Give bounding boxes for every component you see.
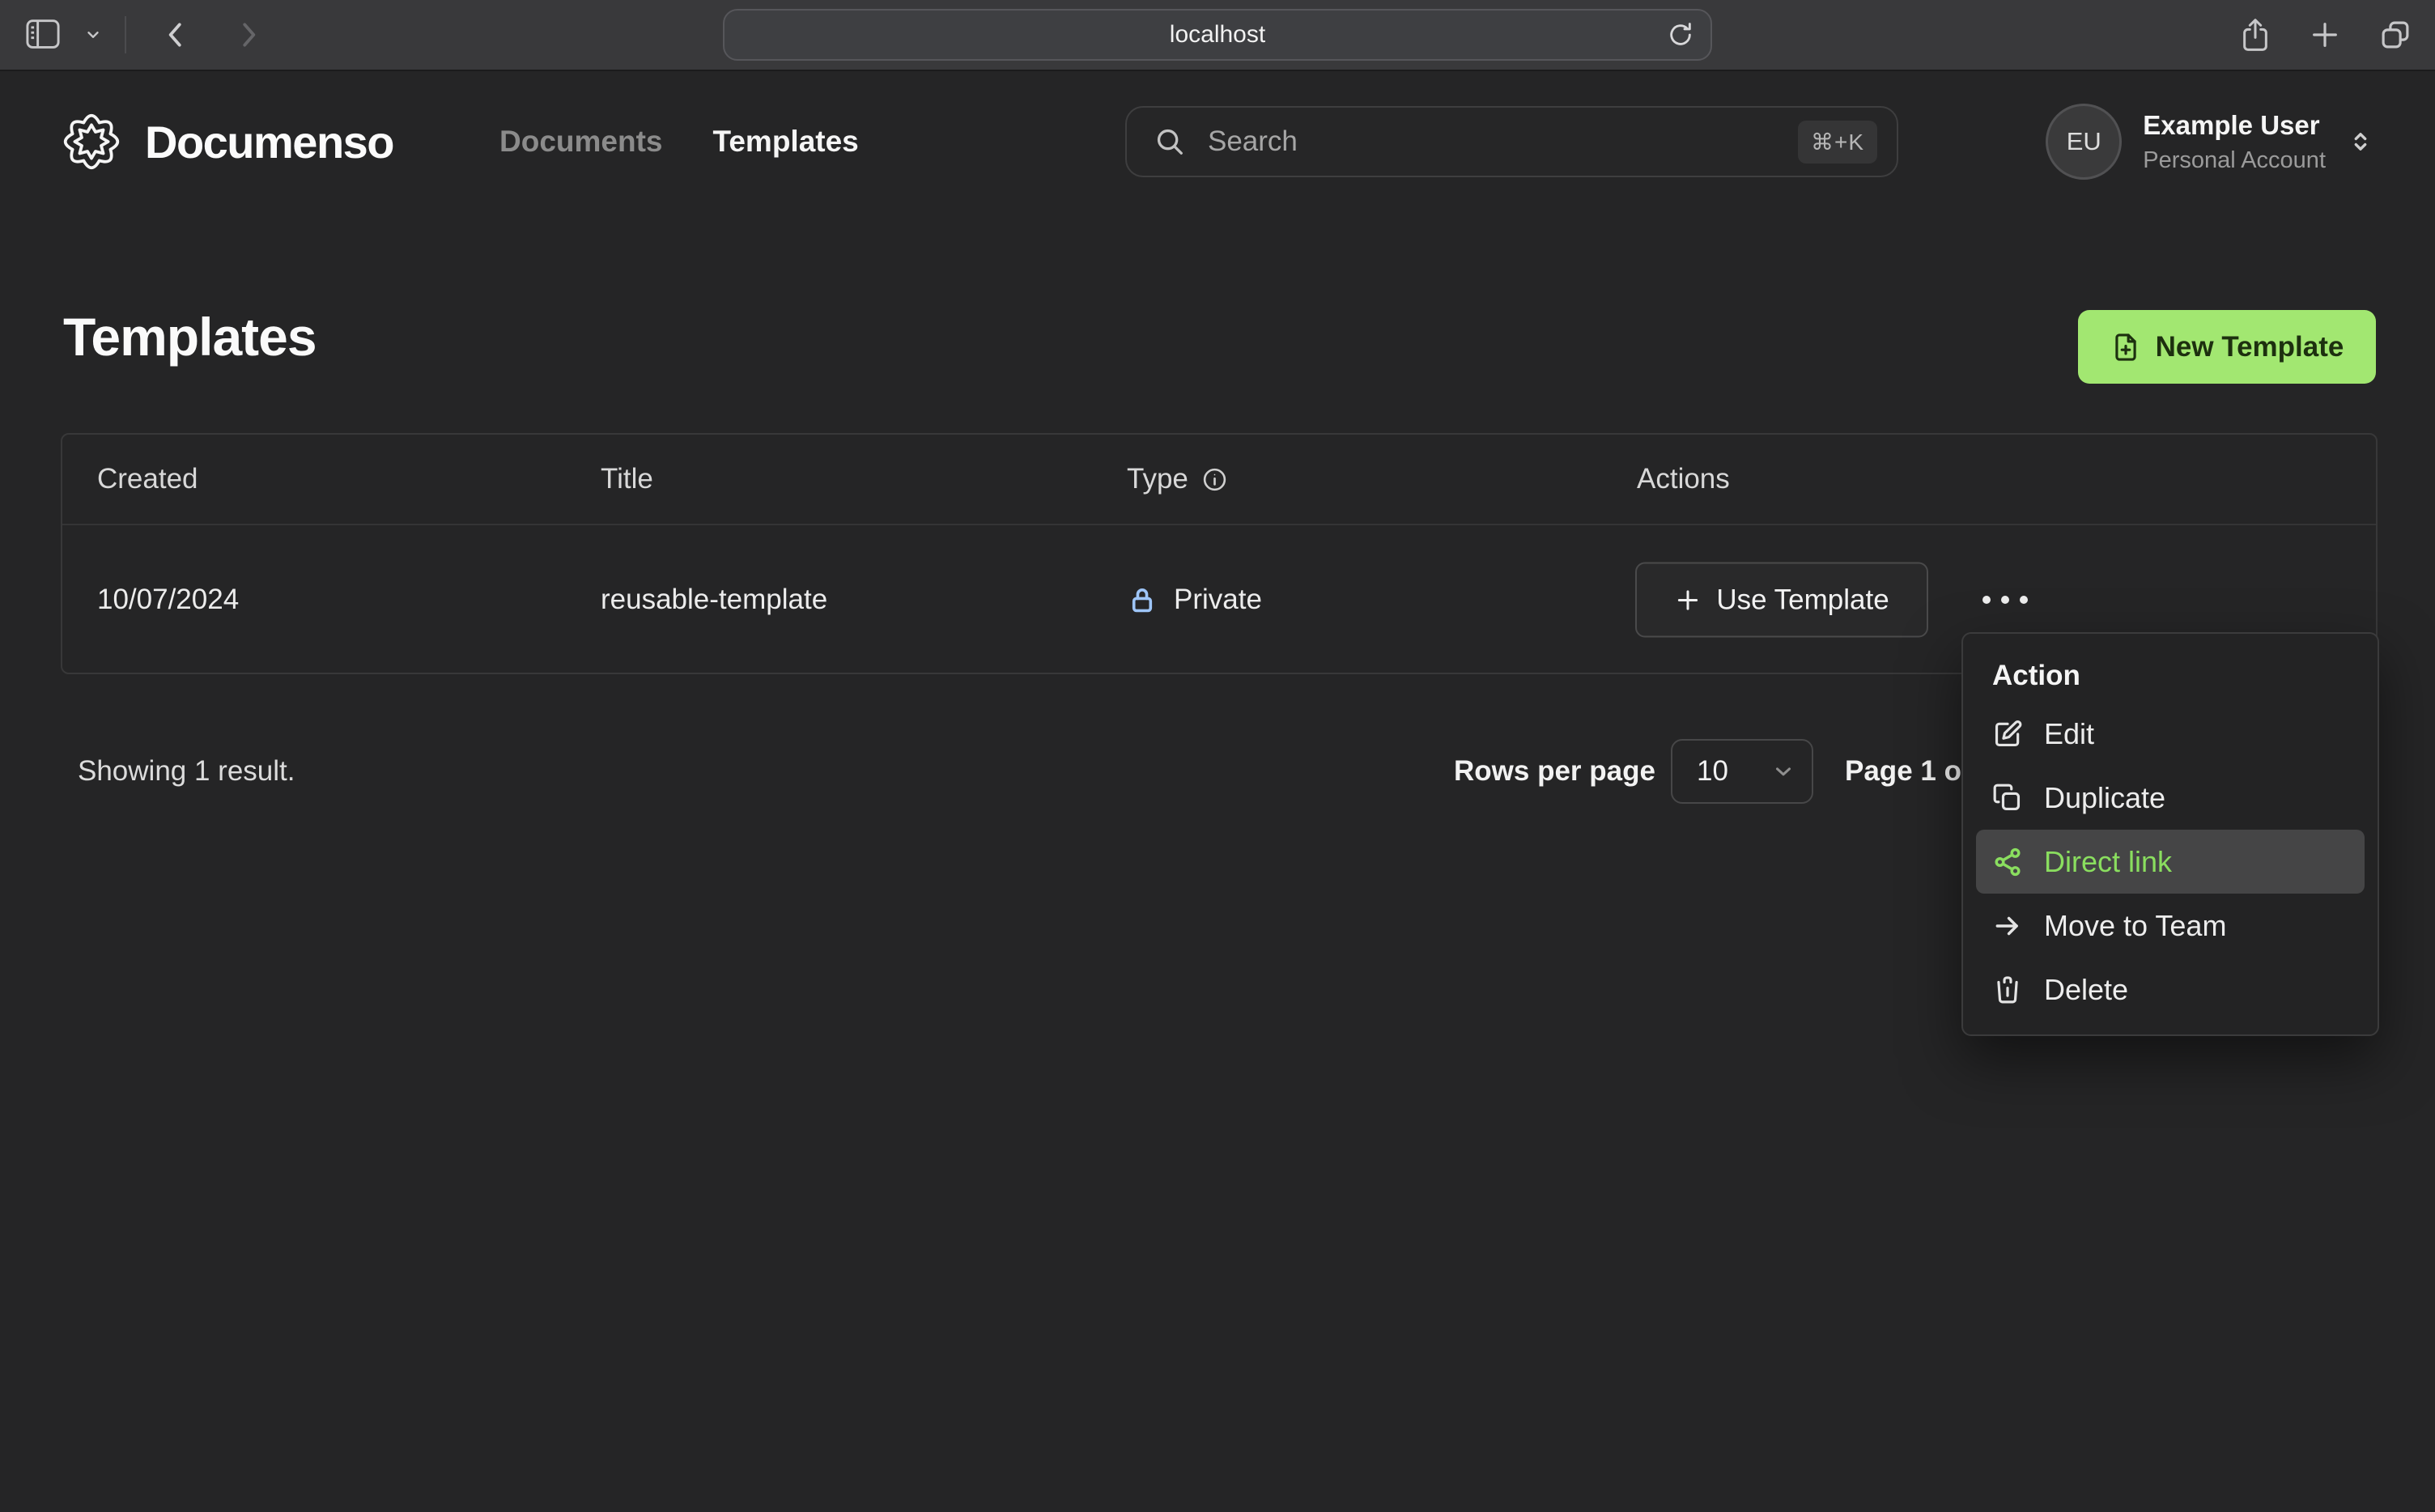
brand[interactable]: Documenso (61, 111, 395, 172)
menu-item-label: Delete (2044, 972, 2129, 1006)
new-template-button[interactable]: New Template (2078, 310, 2376, 384)
search-shortcut-badge: ⌘+K (1797, 120, 1877, 164)
menu-item-edit[interactable]: Edit (1976, 702, 2365, 766)
menu-item-label: Move to Team (2044, 908, 2227, 942)
menu-item-delete[interactable]: Delete (1976, 958, 2365, 1021)
info-icon[interactable] (1201, 466, 1228, 493)
nav-item-documents[interactable]: Documents (499, 125, 662, 159)
file-plus-icon (2110, 332, 2141, 363)
arrow-right-icon (1992, 911, 2023, 941)
table-header-row: Created Title Type Actions (62, 435, 2376, 525)
plus-icon (1674, 586, 1702, 614)
lock-icon (1127, 584, 1158, 615)
sidebar-toggle-icon[interactable] (24, 19, 62, 51)
rows-per-page-select[interactable]: 10 (1671, 739, 1813, 804)
user-account-type: Personal Account (2143, 147, 2326, 173)
menu-item-label: Direct link (2044, 844, 2173, 878)
column-header-created: Created (97, 463, 198, 495)
forward-button[interactable] (233, 19, 264, 50)
avatar: EU (2046, 104, 2123, 180)
search-icon (1154, 126, 1185, 157)
row-actions-menu-button[interactable] (1970, 583, 2041, 617)
type-label: Private (1174, 584, 1262, 615)
cell-type: Private (1127, 584, 1262, 616)
duplicate-icon (1992, 783, 2023, 813)
edit-icon (1992, 719, 2023, 750)
use-template-label: Use Template (1716, 584, 1889, 615)
column-header-type: Type (1127, 463, 1228, 495)
reload-icon[interactable] (1667, 21, 1694, 49)
chevron-down-icon (1771, 759, 1795, 784)
nav-item-templates[interactable]: Templates (712, 125, 858, 159)
rows-per-page-value: 10 (1697, 755, 1728, 787)
share-nodes-icon (1992, 847, 2023, 877)
toolbar-divider (125, 16, 126, 53)
new-tab-icon[interactable] (2309, 19, 2341, 51)
address-bar-url: localhost (1169, 21, 1266, 48)
column-header-actions: Actions (1637, 463, 1730, 495)
user-menu[interactable]: EU Example User Personal Account (2046, 104, 2374, 180)
menu-item-label: Edit (2044, 716, 2095, 750)
share-icon[interactable] (2239, 17, 2271, 53)
row-action-dropdown: Action Edit Duplicate Direct link Move t… (1961, 632, 2379, 1036)
tab-overview-icon[interactable] (2378, 18, 2412, 52)
column-header-title: Title (601, 463, 653, 495)
search-input[interactable]: Search ⌘+K (1125, 106, 1898, 177)
documenso-logo-icon (61, 111, 122, 172)
sidebar-chevron-icon[interactable] (84, 26, 102, 44)
results-count: Showing 1 result. (78, 755, 295, 787)
menu-item-move-to-team[interactable]: Move to Team (1976, 894, 2365, 958)
page-title: Templates (63, 307, 317, 367)
browser-toolbar: localhost (0, 0, 2435, 71)
brand-name: Documenso (145, 116, 395, 168)
menu-item-direct-link[interactable]: Direct link (1976, 830, 2365, 894)
menu-item-duplicate[interactable]: Duplicate (1976, 766, 2365, 830)
app-header: Documenso Documents Templates Search ⌘+K… (0, 71, 2435, 212)
address-bar[interactable]: localhost (723, 9, 1712, 61)
rows-per-page-label: Rows per page (1454, 755, 1655, 787)
main-nav: Documents Templates (499, 125, 859, 159)
new-template-label: New Template (2155, 330, 2344, 363)
trash-icon (1992, 975, 2023, 1005)
cell-title: reusable-template (601, 584, 828, 615)
use-template-button[interactable]: Use Template (1635, 562, 1928, 638)
user-name: Example User (2143, 109, 2320, 140)
back-button[interactable] (160, 19, 191, 50)
cell-created: 10/07/2024 (97, 584, 240, 615)
menu-item-label: Duplicate (2044, 780, 2166, 814)
search-placeholder: Search (1208, 125, 1298, 157)
menu-heading: Action (1992, 660, 2080, 691)
chevrons-up-down-icon (2347, 128, 2374, 155)
